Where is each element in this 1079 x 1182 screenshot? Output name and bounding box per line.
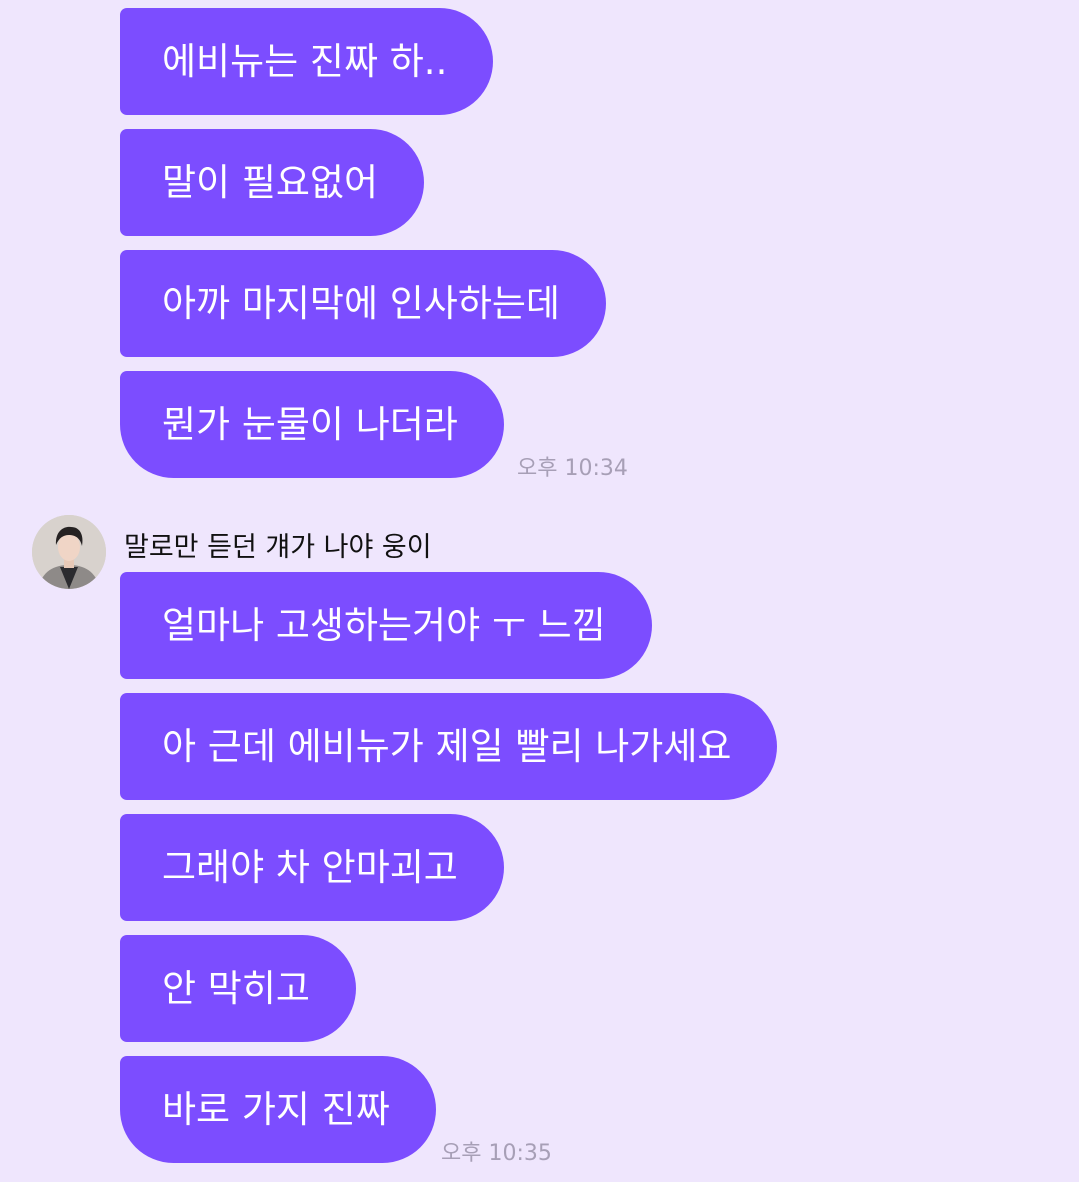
message-timestamp: 오후 10:35 xyxy=(441,1141,552,1166)
message-bubble[interactable]: 얼마나 고생하는거야 ㅜ 느낌 xyxy=(120,572,652,679)
message-timestamp: 오후 10:34 xyxy=(517,456,628,481)
avatar[interactable] xyxy=(32,515,106,589)
message-bubble[interactable]: 아까 마지막에 인사하는데 xyxy=(120,250,606,357)
message-bubble[interactable]: 안 막히고 xyxy=(120,935,356,1042)
message-bubble[interactable]: 아 근데 에비뉴가 제일 빨리 나가세요 xyxy=(120,693,778,800)
sender-name: 말로만 듣던 걔가 나야 웅이 xyxy=(124,532,432,563)
message-bubble[interactable]: 말이 필요없어 xyxy=(120,129,425,236)
message-bubble[interactable]: 에비뉴는 진짜 하.. xyxy=(120,8,494,115)
message-bubble[interactable]: 뭔가 눈물이 나더라 xyxy=(120,371,504,478)
message-bubble[interactable]: 바로 가지 진짜 xyxy=(120,1056,436,1163)
profile-photo xyxy=(32,515,106,589)
message-bubble[interactable]: 그래야 차 안마괴고 xyxy=(120,814,504,921)
chat-view: 에비뉴는 진짜 하.. 말이 필요없어 아까 마지막에 인사하는데 뭔가 눈물이… xyxy=(0,0,1079,1182)
